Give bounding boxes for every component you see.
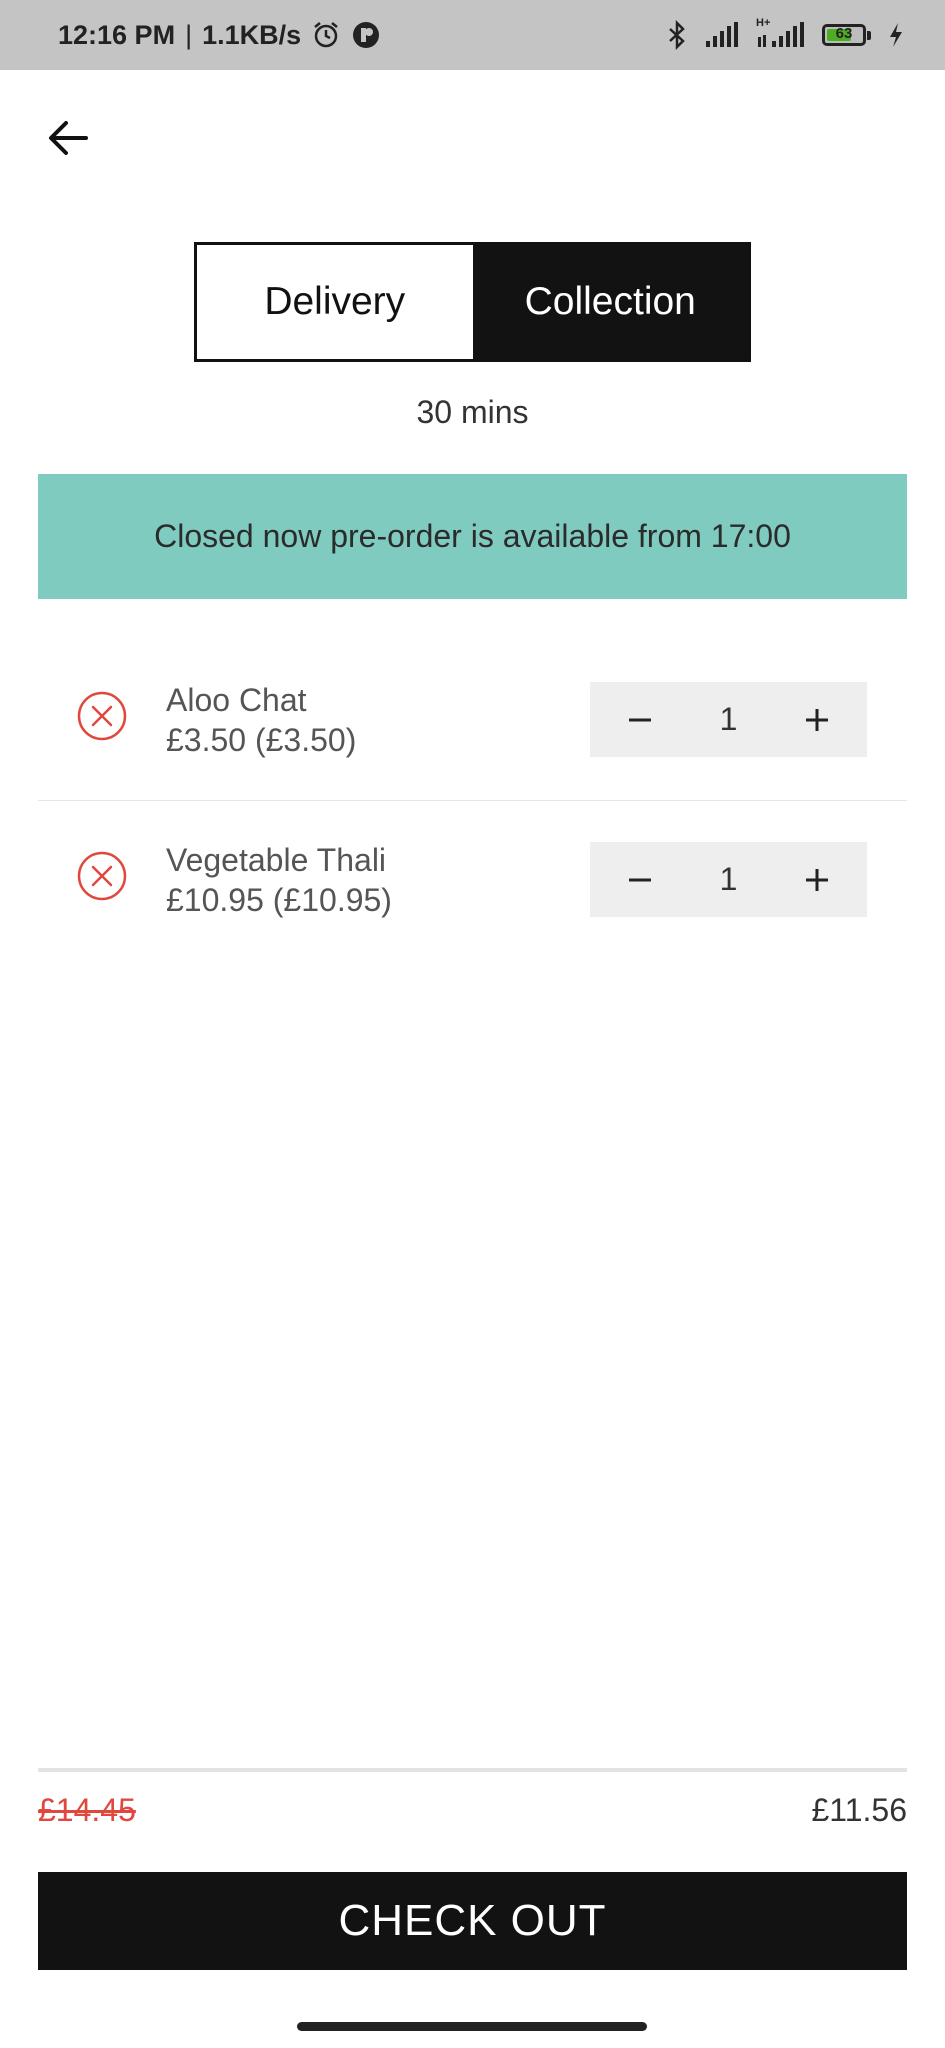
remove-item-button[interactable]: [76, 850, 128, 902]
closed-notice-text: Closed now pre-order is available from 1…: [154, 518, 791, 554]
decrement-button[interactable]: [618, 698, 662, 742]
item-name: Vegetable Thali: [166, 842, 387, 878]
increment-button[interactable]: [795, 698, 839, 742]
minus-icon: [629, 878, 651, 881]
arrow-left-icon: [49, 121, 88, 155]
charging-bolt-icon: [887, 21, 905, 49]
quantity-stepper: 1: [590, 682, 867, 757]
battery-icon: 63: [822, 24, 871, 46]
increment-button[interactable]: [795, 858, 839, 902]
item-info: Vegetable Thali £10.95 (£10.95): [166, 840, 392, 920]
original-total: £14.45: [38, 1792, 136, 1828]
checkout-button[interactable]: CHECK OUT: [38, 1872, 907, 1970]
close-circle-icon: [77, 851, 127, 901]
decrement-button[interactable]: [618, 858, 662, 902]
cart-item: Vegetable Thali £10.95 (£10.95) 1: [38, 800, 907, 960]
plus-icon: [805, 708, 828, 731]
back-button[interactable]: [44, 114, 92, 162]
status-right: H+ 63: [666, 17, 905, 50]
alarm-icon: [311, 20, 341, 50]
totals-divider: [38, 1768, 907, 1772]
status-speed: 1.1KB/s: [202, 19, 302, 50]
close-circle-icon: [77, 691, 127, 741]
battery-body: 63: [822, 24, 866, 46]
delivery-option[interactable]: Delivery: [197, 245, 473, 359]
eta-text: 30 mins: [416, 394, 529, 430]
minus-icon: [629, 718, 651, 721]
status-separator: |: [185, 19, 193, 50]
quantity-value: 1: [719, 861, 738, 897]
discounted-total: £11.56: [811, 1792, 908, 1828]
network-type-label: H+: [756, 17, 771, 29]
collection-option[interactable]: Collection: [472, 245, 748, 359]
order-type-toggle: Delivery Collection: [194, 242, 751, 362]
quantity-value: 1: [719, 701, 738, 737]
bluetooth-icon: [666, 20, 688, 50]
signal-icon: [704, 21, 740, 49]
home-indicator[interactable]: [297, 2022, 647, 2031]
app-notification-icon: [351, 20, 381, 50]
item-price: £3.50 (£3.50): [166, 722, 357, 758]
quantity-stepper: 1: [590, 842, 867, 917]
battery-level: 63: [835, 25, 853, 42]
cart-item: Aloo Chat £3.50 (£3.50) 1: [38, 640, 907, 801]
item-name: Aloo Chat: [166, 682, 307, 718]
status-time: 12:16 PM: [58, 19, 176, 50]
item-info: Aloo Chat £3.50 (£3.50): [166, 680, 356, 760]
plus-icon: [805, 868, 828, 891]
item-price: £10.95 (£10.95): [166, 882, 392, 918]
closed-notice-banner: Closed now pre-order is available from 1…: [38, 474, 907, 599]
battery-tip: [867, 30, 871, 40]
status-bar: 12:16 PM | 1.1KB/s H+ 63: [0, 0, 945, 70]
signal-hplus-icon: H+: [756, 17, 806, 49]
status-left: 12:16 PM | 1.1KB/s: [58, 20, 381, 51]
remove-item-button[interactable]: [76, 690, 128, 742]
